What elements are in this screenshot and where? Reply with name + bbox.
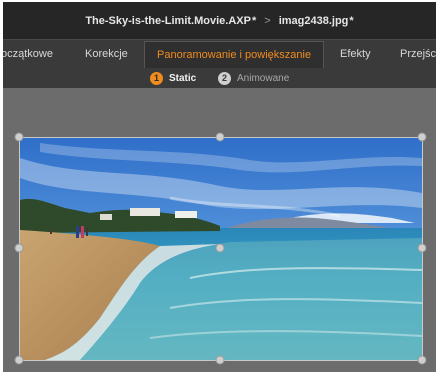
preview-canvas (3, 88, 436, 372)
tab-bar: oczątkowe Korekcje Panoramowanie i powię… (3, 39, 436, 68)
title-bar: The-Sky-is-the-Limit.Movie.AXP * > imag24… (3, 2, 436, 39)
breadcrumb-separator: > (264, 14, 271, 27)
crop-handle-top[interactable] (215, 132, 225, 142)
crop-handle-right[interactable] (417, 243, 427, 253)
subtab-number: 2 (218, 71, 231, 85)
tab-efekty[interactable]: Efekty (340, 40, 371, 68)
tab-korekcje[interactable]: Korekcje (85, 40, 128, 68)
crop-handle-bottom[interactable] (215, 355, 225, 365)
tab-poczatkowe[interactable]: oczątkowe (3, 40, 53, 68)
subtab-number: 1 (150, 71, 163, 85)
file-name: imag2438.jpg (278, 14, 349, 27)
subtab-static[interactable]: 1 Static (150, 70, 196, 86)
crop-handle-top-left[interactable] (14, 132, 24, 142)
app-window: The-Sky-is-the-Limit.Movie.AXP * > imag24… (3, 2, 436, 372)
project-modified-indicator: * (251, 14, 257, 27)
crop-handle-center[interactable] (215, 243, 225, 253)
subtab-label: Animowane (237, 72, 290, 84)
crop-handle-bottom-right[interactable] (417, 355, 427, 365)
tab-przejscia[interactable]: Przejści (400, 40, 436, 68)
crop-handle-bottom-left[interactable] (14, 355, 24, 365)
subtab-animowane[interactable]: 2 Animowane (218, 70, 289, 86)
project-name: The-Sky-is-the-Limit.Movie.AXP (85, 14, 251, 27)
crop-handle-top-right[interactable] (417, 132, 427, 142)
subtab-label: Static (169, 72, 197, 84)
crop-handle-left[interactable] (14, 243, 24, 253)
tab-panoramowanie[interactable]: Panoramowanie i powiększanie (144, 41, 325, 68)
subtab-bar: 1 Static 2 Animowane (3, 68, 436, 88)
file-modified-indicator: * (349, 14, 354, 27)
